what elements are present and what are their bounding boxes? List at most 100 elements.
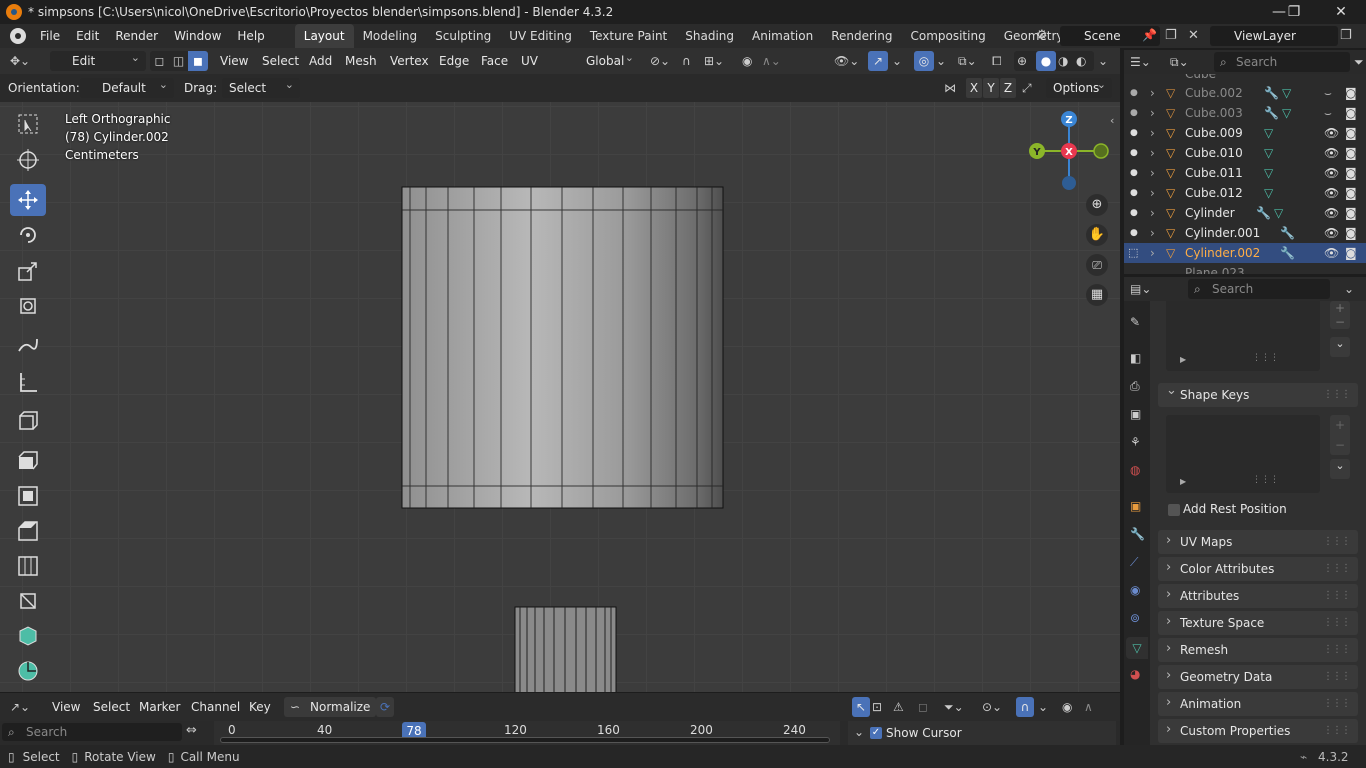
panel-grip-icon[interactable]: ⋮⋮⋮ [1323, 719, 1351, 743]
3d-viewport[interactable]: Z Y X ⊕ ✋ ⎚ ▦ ‹ [0, 102, 1120, 692]
only-selected-icon[interactable]: ↖ [852, 697, 870, 717]
timeline-snap-dropdown-icon[interactable]: ⌄ [1038, 697, 1048, 717]
vp-menu-add[interactable]: Add [309, 51, 332, 71]
delete-scene-icon[interactable]: ✕ [1188, 28, 1199, 43]
tab-render-icon[interactable]: ◧ [1130, 351, 1141, 365]
expand-chevron-icon[interactable]: › [1150, 163, 1155, 183]
render-camera-icon[interactable]: ◙ [1345, 203, 1357, 223]
move-tool-icon[interactable] [10, 184, 46, 216]
hidden-eye-icon[interactable]: ⌣ [1324, 83, 1332, 103]
loop-cut-tool-icon[interactable] [10, 550, 46, 582]
measure-tool-icon[interactable] [10, 366, 46, 398]
timeline-menu-marker[interactable]: Marker [139, 697, 180, 717]
tab-uv-editing[interactable]: UV Editing [500, 24, 581, 48]
tab-texture-paint[interactable]: Texture Paint [581, 24, 676, 48]
panel-grip-icon[interactable]: ⋮⋮⋮ [1323, 530, 1351, 554]
overlays-dropdown-icon[interactable]: ⌄ [936, 51, 946, 71]
properties-search-input[interactable]: ⌕ Search [1188, 279, 1330, 299]
list-expand-icon[interactable]: ▶ [1180, 355, 1186, 364]
vp-menu-vertex[interactable]: Vertex [390, 51, 429, 71]
filter-icon[interactable]: ⏷⌄ [944, 697, 964, 717]
vp-menu-view[interactable]: View [220, 51, 248, 71]
list-resize-grip-icon[interactable]: ⋮⋮⋮ [1252, 353, 1279, 363]
menu-edit[interactable]: Edit [68, 24, 107, 48]
new-view-layer-icon[interactable]: ❐ [1340, 28, 1352, 43]
vp-menu-select[interactable]: Select [262, 51, 299, 71]
timeline-scrollbar[interactable] [220, 737, 830, 743]
panel-collapse-icon[interactable]: ⌄ [854, 725, 864, 739]
shape-keys-list[interactable]: ▶ ⋮⋮⋮ [1166, 415, 1320, 493]
mirror-y-toggle[interactable]: Y [983, 78, 999, 98]
outliner-row[interactable]: ● › ▽ Cube.009 ▽ 👁 ◙ [1124, 123, 1366, 143]
tab-tool-icon[interactable]: ✎ [1130, 315, 1140, 329]
expand-chevron-icon[interactable]: › [1150, 223, 1155, 243]
blender-menu-icon[interactable] [10, 28, 26, 44]
tab-modeling[interactable]: Modeling [354, 24, 427, 48]
snap-target-icon[interactable]: ⊞⌄ [704, 51, 724, 71]
rotate-tool-icon[interactable] [10, 219, 46, 251]
visibility-eye-icon[interactable]: 👁 [1324, 243, 1339, 263]
channel-swap-icon[interactable]: ⇔ [186, 723, 208, 738]
mirror-z-toggle[interactable]: Z [1000, 78, 1016, 98]
visibility-eye-icon[interactable]: 👁 [1324, 203, 1339, 223]
snap-icon[interactable]: ∩ [682, 51, 691, 71]
normalize-toggle[interactable]: ∽ Normalize [284, 697, 376, 717]
outliner-filter-icon[interactable]: ⏷ [1354, 52, 1364, 72]
panel-shape-keys[interactable]: Shape Keys ⋮⋮⋮ [1158, 379, 1358, 407]
list-resize-grip-icon[interactable]: ⋮⋮⋮ [1252, 475, 1279, 485]
wireframe-shading-icon[interactable]: ⊕ [1017, 51, 1027, 71]
gizmo-dropdown-icon[interactable]: ⌄ [892, 51, 902, 71]
properties-editor-type-icon[interactable]: ▤⌄ [1130, 279, 1151, 299]
timeline-ruler[interactable]: 0 40 120 160 200 240 78 [214, 721, 840, 745]
timeline-menu-key[interactable]: Key [249, 697, 271, 717]
solid-shading-icon[interactable]: ● [1036, 51, 1056, 71]
new-scene-icon[interactable]: ❐ [1165, 28, 1177, 43]
render-camera-icon[interactable]: ◙ [1345, 183, 1357, 203]
panel-animation[interactable]: Animation ⋮⋮⋮ [1158, 691, 1358, 716]
panel-grip-icon[interactable]: ⋮⋮⋮ [1323, 557, 1351, 581]
render-camera-icon[interactable]: ◙ [1345, 243, 1357, 263]
tab-modifiers-icon[interactable]: 🔧 [1130, 527, 1145, 541]
panel-grip-icon[interactable]: ⋮⋮⋮ [1323, 383, 1351, 407]
orientation-dropdown[interactable]: Default [80, 75, 174, 98]
render-camera-icon[interactable]: ◙ [1345, 223, 1357, 243]
vp-menu-mesh[interactable]: Mesh [345, 51, 377, 71]
tab-object-icon[interactable]: ▣ [1130, 499, 1141, 513]
spin-tool-icon[interactable] [10, 655, 46, 687]
timeline-menu-select[interactable]: Select [93, 697, 130, 717]
tab-mesh-data-icon[interactable]: ▽ [1126, 637, 1148, 659]
timeline-menu-channel[interactable]: Channel [191, 697, 240, 717]
perspective-toggle-icon[interactable]: ▦ [1086, 284, 1108, 306]
only-errors-icon[interactable]: ⚠ [893, 697, 904, 717]
pivot-icon[interactable]: ⊙⌄ [982, 697, 1002, 717]
shading-dropdown-icon[interactable]: ⌄ [1098, 51, 1108, 71]
shape-key-add-remove-icon[interactable]: + − [1330, 415, 1350, 455]
render-camera-icon[interactable]: ◙ [1345, 123, 1357, 143]
outliner-row[interactable]: ● › ▽ Cylinder 🔧 ▽ 👁 ◙ [1124, 203, 1366, 223]
mesh-edit-overlay-icon[interactable]: ⧉⌄ [958, 51, 977, 71]
timeline-snap-icon[interactable]: ∩ [1016, 697, 1034, 717]
tab-output-icon[interactable]: ⎙ [1130, 379, 1140, 394]
tab-view-layer-icon[interactable]: ▣ [1130, 407, 1141, 421]
outliner-row[interactable]: ● › ▽ Cube.012 ▽ 👁 ◙ [1124, 183, 1366, 203]
mirror-icon[interactable]: ⋈ [944, 78, 956, 98]
transform-orientation-dropdown[interactable]: Global [562, 48, 640, 71]
tab-compositing[interactable]: Compositing [901, 24, 994, 48]
panel-uv-maps[interactable]: UV Maps ⋮⋮⋮ [1158, 529, 1358, 554]
render-camera-icon[interactable]: ◙ [1345, 143, 1357, 163]
cylinder-mesh[interactable] [401, 186, 724, 509]
visibility-eye-icon[interactable]: 👁 [1324, 163, 1339, 183]
vp-menu-face[interactable]: Face [481, 51, 508, 71]
list-add-remove-icon[interactable]: + − [1330, 301, 1350, 329]
options-dropdown[interactable]: Options [1046, 75, 1112, 98]
panel-grip-icon[interactable]: ⋮⋮⋮ [1323, 611, 1351, 635]
tab-particles-icon[interactable]: ⟋ [1130, 555, 1138, 570]
shape-key-specials-icon[interactable]: ⌄ [1330, 459, 1350, 479]
timeline-proportional-icon[interactable]: ◉ [1062, 697, 1072, 717]
camera-view-icon[interactable]: ⎚ [1086, 254, 1108, 276]
expand-chevron-icon[interactable]: › [1150, 203, 1155, 223]
tab-material-icon[interactable]: ◕ [1130, 667, 1140, 681]
list-specials-icon[interactable]: ⌄ [1330, 337, 1350, 357]
extrude-tool-icon[interactable] [10, 444, 46, 476]
pan-hand-icon[interactable]: ✋ [1086, 224, 1108, 246]
